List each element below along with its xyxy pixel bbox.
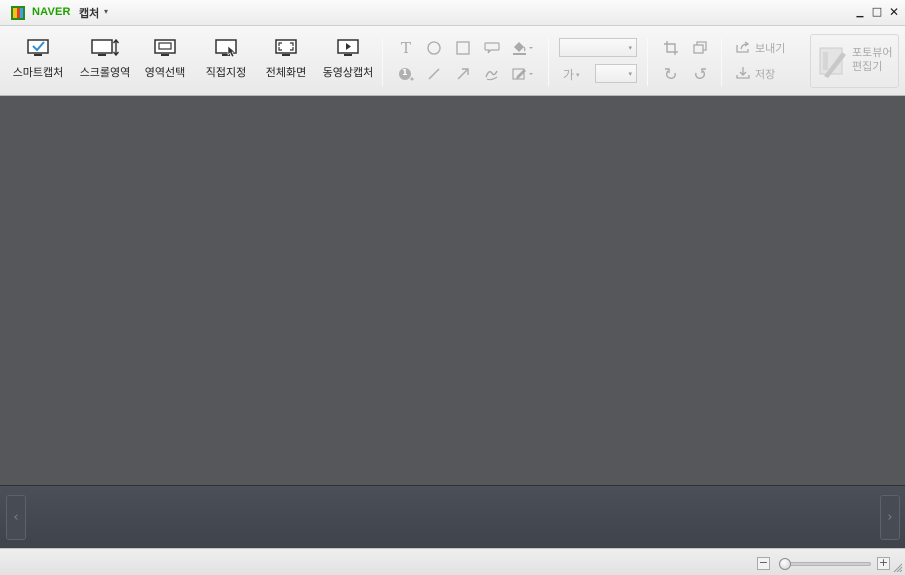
- pen-color-button[interactable]: [510, 64, 536, 84]
- undo-icon: [665, 68, 676, 79]
- smart-capture-icon: [27, 39, 49, 56]
- video-capture-icon: [337, 39, 359, 56]
- thumbnail-prev-button[interactable]: ‹: [6, 495, 26, 540]
- status-bar: − +: [0, 548, 905, 575]
- chevron-down-icon: ▾: [628, 44, 632, 52]
- photo-editor-label: 포토뷰어 편집기: [852, 46, 900, 74]
- resize-grip-icon[interactable]: [893, 563, 903, 573]
- freehand-tool-button[interactable]: [482, 64, 502, 84]
- number-tool-button[interactable]: 1: [396, 64, 416, 84]
- crop-icon: [664, 41, 678, 55]
- send-button[interactable]: 보내기: [735, 40, 785, 56]
- zoom-in-button[interactable]: +: [877, 557, 890, 570]
- toolbar-divider: [721, 38, 722, 86]
- manual-select-icon: [215, 39, 237, 58]
- font-size-select[interactable]: ▾: [595, 64, 637, 83]
- freehand-icon: [485, 70, 498, 81]
- minus-icon: −: [758, 556, 769, 569]
- fullscreen-icon: [275, 39, 297, 56]
- paint-bucket-icon: [513, 42, 533, 55]
- speech-bubble-tool-button[interactable]: [482, 38, 502, 58]
- brand-label: NAVER: [32, 6, 71, 18]
- title-menu-chevron-icon[interactable]: ▾: [104, 7, 108, 16]
- text-tool-button[interactable]: T: [396, 38, 416, 58]
- smart-capture-label: 스마트캡처: [12, 66, 64, 79]
- chevron-down-icon: ▾: [576, 71, 580, 79]
- zoom-slider-thumb[interactable]: [779, 558, 792, 570]
- video-capture-label: 동영상캡처: [322, 66, 374, 79]
- resize-button[interactable]: [690, 38, 710, 58]
- photo-editor-label-line2: 편집기: [852, 60, 883, 73]
- smart-capture-button[interactable]: 스마트캡처: [8, 38, 68, 88]
- video-capture-button[interactable]: 동영상캡처: [318, 38, 378, 88]
- redo-button[interactable]: [690, 64, 710, 84]
- pen-color-icon: [512, 68, 533, 80]
- plus-icon: +: [878, 556, 889, 569]
- photo-editor-button[interactable]: 포토뷰어 편집기: [810, 34, 899, 88]
- region-select-button[interactable]: 영역선택: [140, 38, 190, 88]
- send-label: 보내기: [755, 42, 786, 55]
- text-tool-icon: T: [400, 39, 411, 57]
- line-tool-button[interactable]: [424, 64, 444, 84]
- toolbar-divider: [647, 38, 648, 86]
- toolbar-divider: [382, 38, 383, 86]
- save-label: 저장: [755, 68, 776, 81]
- number-tool-label: 1: [402, 68, 408, 77]
- arrow-tool-button[interactable]: [453, 64, 473, 84]
- toolbar: 스마트캡처 스크롤영역 영역선택 직접지정 전체화면 동영상캡처 T 1 ▾ 가…: [0, 26, 905, 96]
- line-icon: [428, 68, 440, 80]
- fullscreen-label: 전체화면: [265, 66, 307, 79]
- font-style-label: 가: [563, 68, 575, 82]
- rectangle-icon: [456, 41, 470, 55]
- minimize-button[interactable]: ▁: [854, 6, 866, 20]
- product-title: 캡처: [79, 7, 100, 20]
- region-select-icon: [154, 39, 176, 56]
- ellipse-tool-button[interactable]: [424, 38, 444, 58]
- scroll-area-button[interactable]: 스크롤영역: [74, 38, 136, 88]
- zoom-slider[interactable]: [779, 558, 871, 570]
- speech-bubble-icon: [484, 42, 500, 54]
- fullscreen-button[interactable]: 전체화면: [260, 38, 312, 88]
- chevron-down-icon: ▾: [628, 70, 632, 78]
- photo-editor-label-line1: 포토뷰어: [852, 46, 893, 59]
- toolbar-divider: [548, 38, 549, 86]
- thumbnail-strip: ‹ ›: [0, 485, 905, 548]
- capture-canvas[interactable]: [0, 96, 905, 485]
- ellipse-icon: [427, 41, 441, 55]
- chevron-left-icon: ‹: [13, 510, 19, 525]
- undo-button[interactable]: [661, 64, 681, 84]
- rectangle-tool-button[interactable]: [453, 38, 473, 58]
- manual-select-button[interactable]: 직접지정: [200, 38, 252, 88]
- photo-editor-icon: [819, 47, 846, 78]
- crop-button[interactable]: [661, 38, 681, 58]
- close-button[interactable]: ✕: [888, 5, 900, 19]
- download-icon: [736, 67, 750, 79]
- maximize-button[interactable]: □: [871, 5, 883, 19]
- title-bar: NAVER 캡처 ▾ ▁ □ ✕: [0, 0, 905, 26]
- thumbnail-next-button[interactable]: ›: [880, 495, 900, 540]
- naver-capture-logo-icon: [11, 6, 25, 20]
- font-style-button[interactable]: 가 ▾: [563, 66, 580, 83]
- redo-icon: [695, 68, 706, 79]
- scroll-area-label: 스크롤영역: [79, 66, 131, 79]
- arrow-icon: [457, 68, 469, 80]
- fill-color-button[interactable]: [510, 38, 536, 58]
- share-icon: [736, 41, 750, 53]
- scroll-area-icon: [91, 38, 120, 57]
- save-button[interactable]: 저장: [735, 66, 775, 82]
- manual-select-label: 직접지정: [205, 66, 247, 79]
- resize-icon: [693, 41, 707, 54]
- font-family-select[interactable]: ▾: [559, 38, 637, 57]
- zoom-out-button[interactable]: −: [757, 557, 770, 570]
- region-select-label: 영역선택: [144, 66, 186, 79]
- chevron-right-icon: ›: [887, 510, 893, 525]
